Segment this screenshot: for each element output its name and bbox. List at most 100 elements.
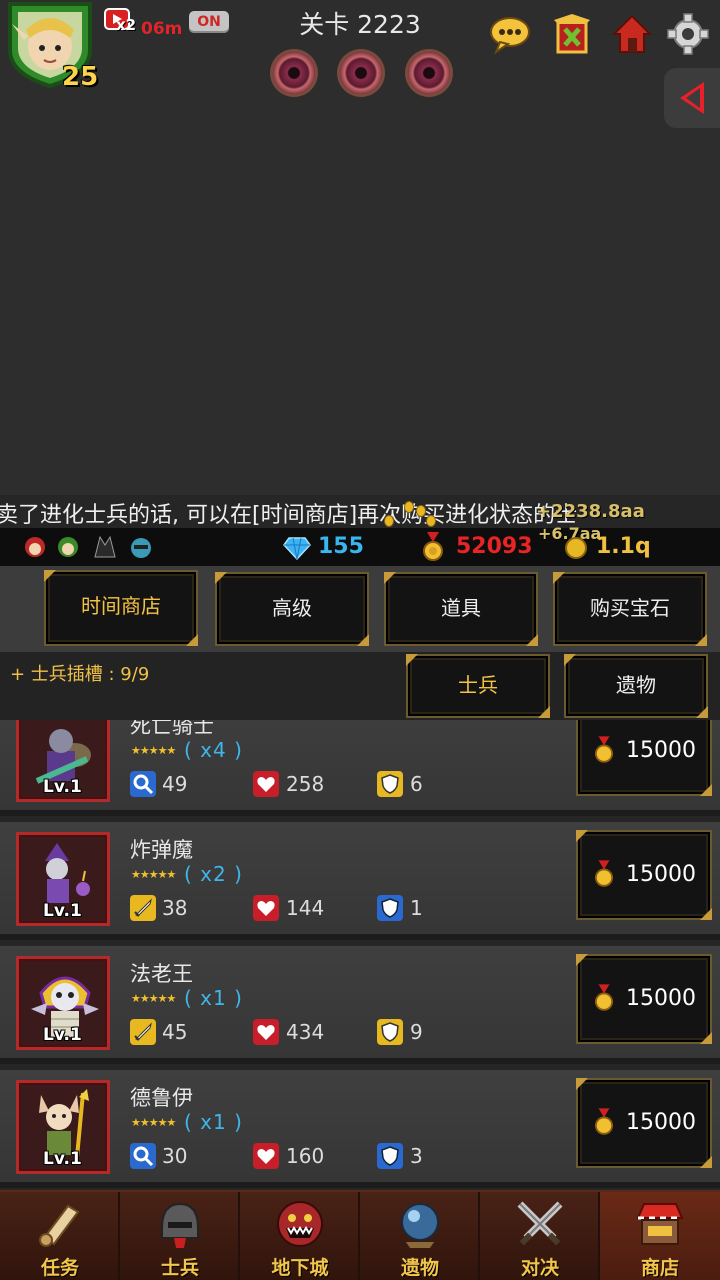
medal-icon	[594, 1108, 614, 1135]
list-item[interactable]: Lv.1 德鲁伊 ★★★★★ ( x1 ) 30 160 3 15000	[0, 1070, 720, 1188]
nav-label: 对决	[520, 1257, 559, 1279]
unit-name: 法老王	[130, 962, 193, 986]
unit-portrait: Lv.1	[16, 956, 110, 1050]
attack-value: 30	[162, 1144, 188, 1168]
nav-quests[interactable]: 任务	[0, 1192, 120, 1280]
nav-dungeon[interactable]: 地下城	[240, 1192, 360, 1280]
settings-icon[interactable]	[666, 12, 710, 56]
unit-count: ( x4 )	[184, 738, 243, 762]
magnifier-icon	[130, 771, 156, 797]
shop-tabs: 时间商店 高级 道具 购买宝石	[0, 566, 720, 652]
list-item[interactable]: Lv.1 炸弹魔 ★★★★★ ( x2 ) 38 144 1 15000	[0, 822, 720, 940]
sub-tabs: + 士兵插槽 : 9/9 士兵 遗物	[0, 652, 720, 720]
heart-icon	[253, 1019, 279, 1045]
trophy-banner-icon[interactable]	[550, 12, 594, 56]
home-icon[interactable]	[610, 12, 654, 56]
star-rating-icon: ★★★★★	[131, 992, 176, 1005]
hp-value: 160	[286, 1144, 325, 1168]
attack-value: 38	[162, 896, 188, 920]
crossed-swords-icon	[517, 1201, 563, 1246]
chat-icon[interactable]	[488, 12, 532, 56]
mini-hero-icon	[131, 538, 151, 558]
bottom-nav: 任务 士兵 地下城 遗物 对决 商店	[0, 1190, 720, 1280]
heart-icon	[253, 895, 279, 921]
list-item[interactable]: Lv.1 死亡骑士 ★★★★★ ( x4 ) 49 258 6 15000	[0, 720, 720, 816]
nav-label: 遗物	[400, 1257, 439, 1279]
mini-hero-icon	[58, 537, 78, 557]
monster-icon	[277, 1201, 323, 1247]
video-multiplier: x2	[116, 16, 137, 34]
unit-list[interactable]: Lv.1 死亡骑士 ★★★★★ ( x4 ) 49 258 6 15000 Lv…	[0, 720, 720, 1190]
star-rating-icon: ★★★★★	[131, 868, 176, 881]
shop-icon	[636, 1203, 684, 1245]
tab-relics[interactable]: 遗物	[564, 654, 708, 718]
tab-premium[interactable]: 高级	[215, 572, 369, 646]
mini-hero-icon	[94, 535, 116, 558]
armor-value: 3	[410, 1144, 423, 1168]
orb-icon	[401, 1203, 439, 1248]
price-value: 15000	[626, 738, 696, 763]
nav-relics[interactable]: 遗物	[360, 1192, 480, 1280]
nav-duel[interactable]: 对决	[480, 1192, 600, 1280]
unit-name: 死亡骑士	[130, 720, 214, 738]
hero-level: 25	[62, 62, 99, 92]
mini-hero-icon	[25, 537, 45, 557]
hp-value: 144	[286, 896, 325, 920]
nav-label: 商店	[640, 1257, 679, 1279]
unit-level: Lv.1	[43, 777, 82, 797]
star-rating-icon: ★★★★★	[131, 1116, 176, 1129]
nav-soldiers[interactable]: 士兵	[120, 1192, 240, 1280]
scroll-icon	[39, 1204, 80, 1247]
unit-level: Lv.1	[43, 1025, 82, 1045]
attack-value: 45	[162, 1020, 188, 1044]
tab-soldiers[interactable]: 士兵	[406, 654, 550, 718]
gem-count: 155	[318, 534, 364, 559]
coin-drop-icon	[404, 501, 414, 513]
unit-count: ( x1 )	[184, 986, 243, 1010]
tab-items[interactable]: 道具	[384, 572, 538, 646]
unit-count: ( x2 )	[184, 862, 243, 886]
coin-drop-icon	[416, 505, 426, 517]
nav-label: 地下城	[271, 1257, 329, 1279]
star-rating-icon: ★★★★★	[131, 744, 176, 757]
unit-portrait: Lv.1	[16, 720, 110, 802]
armor-value: 1	[410, 896, 423, 920]
gold-gain-float: +2238.8aa	[536, 501, 645, 522]
medal-icon	[594, 736, 614, 763]
nav-shop[interactable]: 商店	[600, 1192, 720, 1280]
armor-value: 9	[410, 1020, 423, 1044]
hp-value: 434	[286, 1020, 325, 1044]
unit-level: Lv.1	[43, 901, 82, 921]
stage-orb-icon	[273, 52, 315, 94]
unit-name: 炸弹魔	[130, 838, 193, 862]
buy-button[interactable]: 15000	[576, 1078, 712, 1168]
unit-count: ( x1 )	[184, 1110, 243, 1134]
sword-icon	[130, 1019, 156, 1045]
tab-buy-gems[interactable]: 购买宝石	[553, 572, 707, 646]
buy-button[interactable]: 15000	[576, 954, 712, 1044]
price-value: 15000	[626, 862, 696, 887]
auto-toggle[interactable]: ON	[189, 11, 229, 33]
medal-icon	[423, 532, 443, 561]
side-panel-toggle[interactable]	[664, 68, 720, 128]
gold-shield-icon	[377, 771, 403, 797]
resource-bar: 155 52093 +6.7aa 1.1q	[0, 524, 720, 566]
helmet-icon	[161, 1202, 199, 1248]
blue-shield-icon	[377, 895, 403, 921]
medal-count: 52093	[456, 534, 533, 559]
news-ticker: 卖了进化士兵的话, 可以在[时间商店]再次购买进化状态的士 +2238.8aa	[0, 495, 720, 531]
buy-button[interactable]: 15000	[576, 720, 712, 796]
stage-orb-icon	[340, 52, 382, 94]
sword-icon	[130, 895, 156, 921]
unit-portrait: Lv.1	[16, 1080, 110, 1174]
gold-coin-icon	[565, 537, 587, 559]
game-screen: { "header": { "hero_level": "25", "video…	[0, 0, 720, 1280]
video-timer: 06m	[141, 19, 183, 39]
buy-button[interactable]: 15000	[576, 830, 712, 920]
nav-label: 任务	[40, 1257, 79, 1279]
gem-icon	[283, 537, 311, 560]
armor-value: 6	[410, 772, 423, 796]
tab-time-shop[interactable]: 时间商店	[44, 570, 198, 646]
stage-orb-icon	[408, 52, 450, 94]
list-item[interactable]: Lv.1 法老王 ★★★★★ ( x1 ) 45 434 9 15000	[0, 946, 720, 1064]
